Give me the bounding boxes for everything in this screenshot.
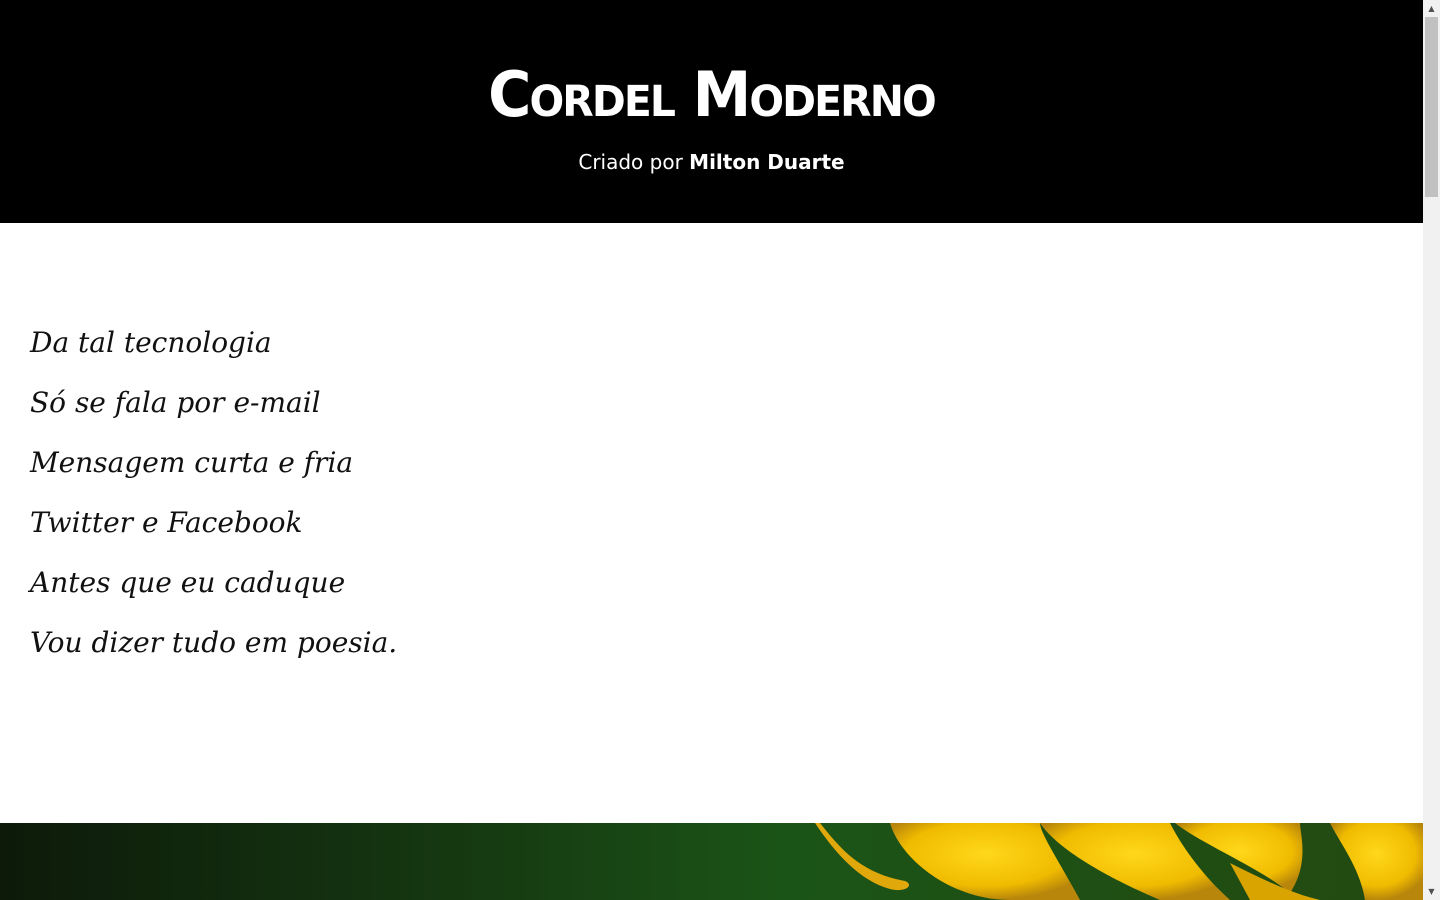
poem-line: Twitter e Facebook [30,506,303,539]
vertical-scrollbar[interactable]: ▲ ▼ [1423,0,1440,900]
poem-line: Vou dizer tudo em poesia. [30,626,398,659]
flower-petal [1330,823,1423,900]
flower-illustration [815,823,1423,900]
page: Cordel Moderno Criado por Milton Duarte … [0,0,1423,900]
scrollbar-thumb[interactable] [1425,17,1438,197]
poem-line: Da tal tecnologia [30,326,272,359]
byline-prefix: Criado por [578,150,683,174]
poem-line: Antes que eu caduque [30,566,346,599]
hero-flower-image [0,823,1423,900]
main-content: Da tal tecnologia Só se fala por e-mail … [0,223,1423,823]
arrow-down-icon[interactable]: ▼ [1423,883,1440,900]
site-title: Cordel Moderno [488,58,937,131]
poem-line: Mensagem curta e fria [30,446,354,479]
site-header: Cordel Moderno Criado por Milton Duarte [0,0,1423,223]
poem-line: Só se fala por e-mail [30,386,321,419]
poem-verse: Da tal tecnologia Só se fala por e-mail … [30,323,397,683]
byline: Criado por Milton Duarte [0,148,1423,176]
byline-author: Milton Duarte [689,150,845,174]
arrow-up-icon[interactable]: ▲ [1423,0,1440,17]
